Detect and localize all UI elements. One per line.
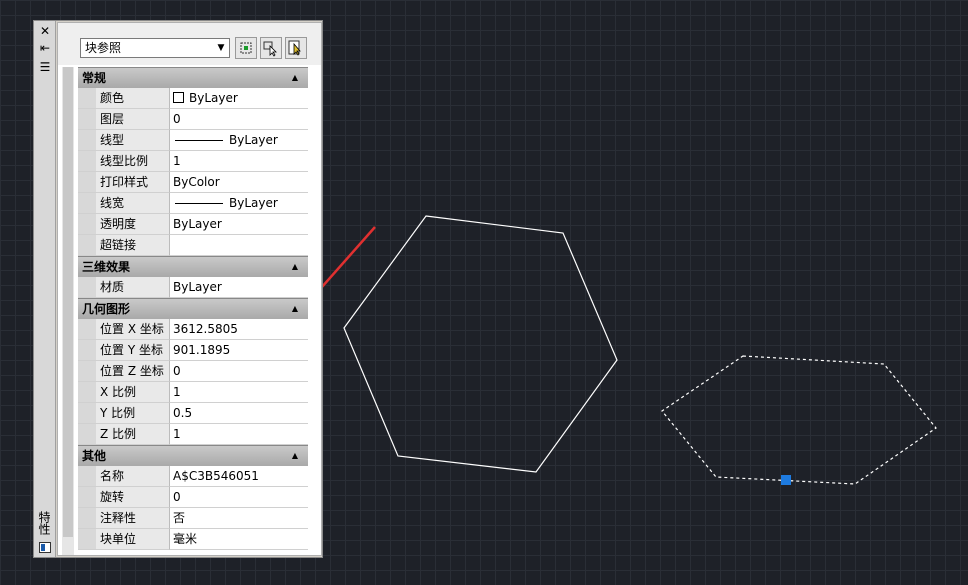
property-label: 线宽 [78, 193, 170, 214]
properties-palette: ✕ ⇤ ☰ 特性 块参照 ▼ 常规 ▲ 颜色 ByLayer 图层 0 线型 B… [33, 20, 323, 558]
property-value[interactable]: 0.5 [170, 403, 308, 424]
collapse-icon[interactable]: ▲ [292, 257, 298, 277]
scrollbar-thumb[interactable] [63, 67, 73, 537]
linetype-sample [175, 140, 223, 141]
property-value[interactable]: ByLayer [170, 193, 308, 214]
property-label: 名称 [78, 466, 170, 487]
property-row-scale-y[interactable]: Y 比例 0.5 [78, 403, 308, 424]
property-label: Z 比例 [78, 424, 170, 445]
property-value[interactable]: 1 [170, 424, 308, 445]
section-geometry[interactable]: 几何图形 ▲ [78, 298, 308, 319]
property-value[interactable]: 0 [170, 109, 308, 130]
property-label: 位置 Z 坐标 [78, 361, 170, 382]
property-label: 块单位 [78, 529, 170, 550]
property-grid: 常规 ▲ 颜色 ByLayer 图层 0 线型 ByLayer 线型比例 1 打… [78, 67, 308, 550]
object-type-select[interactable]: 块参照 ▼ [80, 38, 230, 58]
property-value[interactable]: ByLayer [170, 130, 308, 151]
section-title: 其他 [82, 449, 107, 463]
property-value[interactable]: 1 [170, 382, 308, 403]
palette-menu-icon[interactable]: ☰ [37, 60, 53, 74]
property-value-text: ByLayer [229, 196, 278, 210]
close-icon[interactable]: ✕ [37, 24, 53, 38]
property-row-layer[interactable]: 图层 0 [78, 109, 308, 130]
property-value[interactable]: ByLayer [170, 214, 308, 235]
property-label: 位置 Y 坐标 [78, 340, 170, 361]
pickadd-toggle-icon[interactable] [285, 37, 307, 59]
color-swatch [173, 92, 184, 103]
property-label: 线型 [78, 130, 170, 151]
property-label: 位置 X 坐标 [78, 319, 170, 340]
property-label: Y 比例 [78, 403, 170, 424]
property-value-text: ByLayer [189, 91, 238, 105]
lineweight-sample [175, 203, 223, 204]
property-value[interactable]: 3612.5805 [170, 319, 308, 340]
collapse-icon[interactable]: ▲ [292, 68, 298, 88]
property-label: 超链接 [78, 235, 170, 256]
property-row-plot-style[interactable]: 打印样式 ByColor [78, 172, 308, 193]
property-label: 线型比例 [78, 151, 170, 172]
property-label: 图层 [78, 109, 170, 130]
properties-panel: 块参照 ▼ 常规 ▲ 颜色 ByLayer 图层 0 线型 ByLayer 线型… [57, 22, 322, 556]
property-value[interactable]: ByLayer [170, 88, 308, 109]
property-label: X 比例 [78, 382, 170, 403]
property-row-scale-x[interactable]: X 比例 1 [78, 382, 308, 403]
property-value[interactable]: 0 [170, 361, 308, 382]
property-row-position-z[interactable]: 位置 Z 坐标 0 [78, 361, 308, 382]
property-label: 材质 [78, 277, 170, 298]
property-value[interactable]: A$C3B546051 [170, 466, 308, 487]
property-value[interactable]: 0 [170, 487, 308, 508]
section-title: 三维效果 [82, 260, 131, 274]
property-row-hyperlink[interactable]: 超链接 [78, 235, 308, 256]
insertion-grip[interactable] [781, 475, 791, 485]
property-row-scale-z[interactable]: Z 比例 1 [78, 424, 308, 445]
property-label: 打印样式 [78, 172, 170, 193]
palette-title-strip[interactable]: ✕ ⇤ ☰ 特性 [34, 21, 56, 557]
property-label: 注释性 [78, 508, 170, 529]
section-title: 常规 [82, 71, 107, 85]
autohide-icon[interactable]: ⇤ [37, 41, 53, 55]
object-type-value: 块参照 [85, 41, 122, 55]
property-value-text: ByLayer [229, 133, 278, 147]
property-value[interactable]: 否 [170, 508, 308, 529]
section-general[interactable]: 常规 ▲ [78, 67, 308, 88]
property-row-block-unit[interactable]: 块单位 毫米 [78, 529, 308, 550]
section-title: 几何图形 [82, 302, 131, 316]
collapse-icon[interactable]: ▲ [292, 446, 298, 466]
property-label: 透明度 [78, 214, 170, 235]
property-row-linetype-scale[interactable]: 线型比例 1 [78, 151, 308, 172]
section-3d-visualization[interactable]: 三维效果 ▲ [78, 256, 308, 277]
property-value[interactable]: 毫米 [170, 529, 308, 550]
property-row-annotative[interactable]: 注释性 否 [78, 508, 308, 529]
property-label: 旋转 [78, 487, 170, 508]
property-row-linetype[interactable]: 线型 ByLayer [78, 130, 308, 151]
property-value[interactable]: 901.1895 [170, 340, 308, 361]
quick-select-icon[interactable] [235, 37, 257, 59]
property-row-lineweight[interactable]: 线宽 ByLayer [78, 193, 308, 214]
property-row-position-x[interactable]: 位置 X 坐标 3612.5805 [78, 319, 308, 340]
panel-scrollbar[interactable] [62, 67, 74, 555]
collapse-icon[interactable]: ▲ [292, 299, 298, 319]
property-label: 颜色 [78, 88, 170, 109]
original-hexagon[interactable] [343, 215, 618, 473]
property-row-name[interactable]: 名称 A$C3B546051 [78, 466, 308, 487]
property-row-color[interactable]: 颜色 ByLayer [78, 88, 308, 109]
palette-toolbar: 块参照 ▼ [58, 23, 321, 65]
scaled-hexagon-selected[interactable] [661, 355, 937, 485]
property-value[interactable]: ByColor [170, 172, 308, 193]
select-objects-icon[interactable] [260, 37, 282, 59]
palette-title: 特性 [37, 511, 51, 535]
palette-properties-icon[interactable] [39, 542, 51, 553]
property-row-transparency[interactable]: 透明度 ByLayer [78, 214, 308, 235]
property-value[interactable]: 1 [170, 151, 308, 172]
chevron-down-icon[interactable]: ▼ [214, 40, 228, 56]
property-row-position-y[interactable]: 位置 Y 坐标 901.1895 [78, 340, 308, 361]
property-row-material[interactable]: 材质 ByLayer [78, 277, 308, 298]
property-value[interactable]: ByLayer [170, 277, 308, 298]
property-value[interactable] [170, 235, 308, 256]
section-misc[interactable]: 其他 ▲ [78, 445, 308, 466]
property-row-rotation[interactable]: 旋转 0 [78, 487, 308, 508]
